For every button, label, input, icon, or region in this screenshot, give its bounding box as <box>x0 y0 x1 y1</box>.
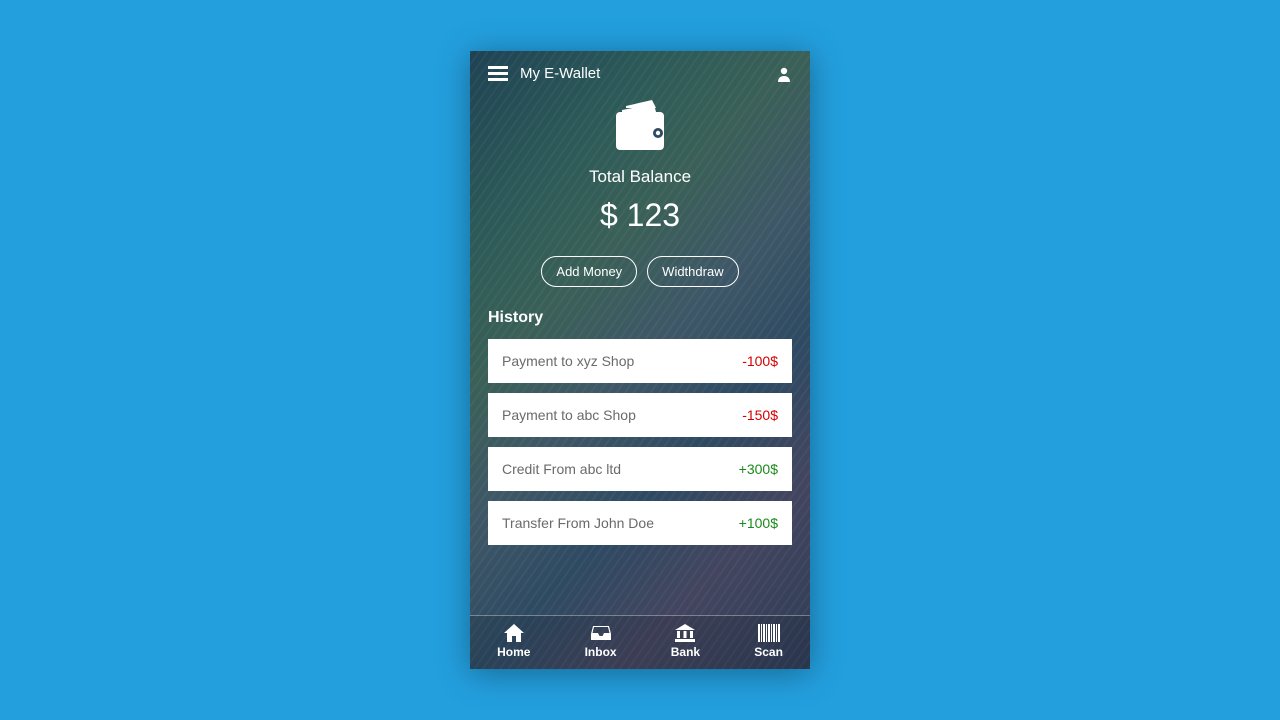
balance-label: Total Balance <box>470 167 810 187</box>
bank-icon <box>675 624 695 642</box>
nav-label: Home <box>497 645 530 659</box>
nav-inbox[interactable]: Inbox <box>585 624 617 659</box>
history-item-desc: Credit From abc ltd <box>502 461 621 477</box>
balance-section: Total Balance $ 123 Add Money Widthdraw <box>470 90 810 287</box>
history-item-desc: Transfer From John Doe <box>502 515 654 531</box>
phone-frame: My E-Wallet Total Balance $ 123 Add Mone… <box>470 51 810 669</box>
history-item-amount: -100$ <box>742 353 778 369</box>
barcode-icon <box>758 624 780 642</box>
app-title: My E-Wallet <box>520 65 600 82</box>
nav-home[interactable]: Home <box>497 624 530 659</box>
inbox-icon <box>591 624 611 642</box>
nav-label: Scan <box>754 645 783 659</box>
nav-scan[interactable]: Scan <box>754 624 783 659</box>
balance-amount: $ 123 <box>470 197 810 234</box>
user-icon[interactable] <box>776 66 792 82</box>
history-item-amount: +100$ <box>739 515 778 531</box>
history-title: History <box>488 309 792 327</box>
history-item-desc: Payment to xyz Shop <box>502 353 634 369</box>
wallet-icon <box>608 100 672 154</box>
history-section: History Payment to xyz Shop-100$Payment … <box>470 287 810 555</box>
nav-label: Inbox <box>585 645 617 659</box>
history-item-desc: Payment to abc Shop <box>502 407 636 423</box>
top-bar: My E-Wallet <box>470 51 810 90</box>
history-item[interactable]: Payment to abc Shop -150$ <box>488 393 792 437</box>
menu-icon[interactable] <box>488 66 508 82</box>
home-icon <box>504 624 524 642</box>
nav-bank[interactable]: Bank <box>671 624 700 659</box>
bottom-nav: Home Inbox Bank <box>470 615 810 669</box>
history-item-amount: +300$ <box>739 461 778 477</box>
nav-label: Bank <box>671 645 700 659</box>
history-item[interactable]: Credit From abc ltd +300$ <box>488 447 792 491</box>
add-money-button[interactable]: Add Money <box>541 256 637 287</box>
history-item[interactable]: Transfer From John Doe +100$ <box>488 501 792 545</box>
history-item-amount: -150$ <box>742 407 778 423</box>
withdraw-button[interactable]: Widthdraw <box>647 256 738 287</box>
history-item[interactable]: Payment to xyz Shop -100$ <box>488 339 792 383</box>
